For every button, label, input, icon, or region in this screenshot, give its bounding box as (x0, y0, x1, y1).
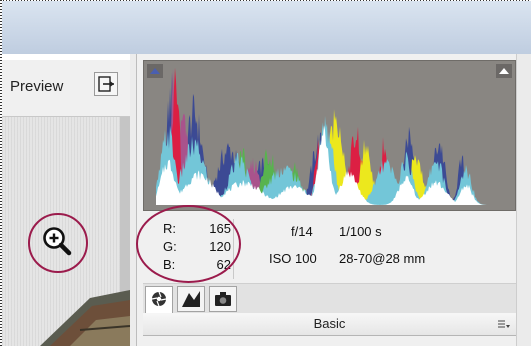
panel-scroll-edge (516, 54, 531, 346)
basic-panel-body (143, 336, 516, 346)
tab-basic[interactable] (145, 286, 173, 314)
basic-aperture-icon (151, 291, 167, 307)
histogram-graph (156, 67, 502, 205)
preview-label[interactable]: Preview (10, 78, 63, 95)
shadow-clipping-warning-icon (150, 68, 160, 74)
highlight-clipping-button[interactable] (496, 64, 512, 78)
basic-section-header[interactable]: Basic (143, 313, 516, 336)
aperture-value: f/14 (291, 224, 313, 239)
zoom-in-magnifier-icon[interactable] (38, 223, 78, 263)
tab-tone-curve[interactable] (177, 286, 205, 312)
shadow-clipping-button[interactable] (147, 64, 163, 78)
shutter-speed-value: 1/100 s (339, 224, 382, 239)
histogram (143, 60, 516, 211)
dialog-title-bar (2, 1, 531, 54)
tone-curve-icon (182, 291, 200, 307)
before-after-toggle-icon (98, 76, 114, 92)
tab-camera[interactable] (209, 286, 237, 312)
highlight-clipping-warning-icon (499, 68, 509, 74)
preview-toolbar: Preview (2, 60, 132, 117)
photo-building-roof (40, 290, 130, 346)
lens-value: 28-70@28 mm (339, 251, 426, 266)
panel-tabs (143, 283, 516, 315)
before-after-toggle-button[interactable] (94, 72, 118, 96)
iso-value: ISO 100 (269, 251, 317, 266)
panel-menu-icon[interactable] (498, 319, 510, 329)
basic-section-title: Basic (313, 316, 346, 331)
rgb-readout-highlight (136, 205, 241, 283)
camera-icon (215, 292, 231, 306)
